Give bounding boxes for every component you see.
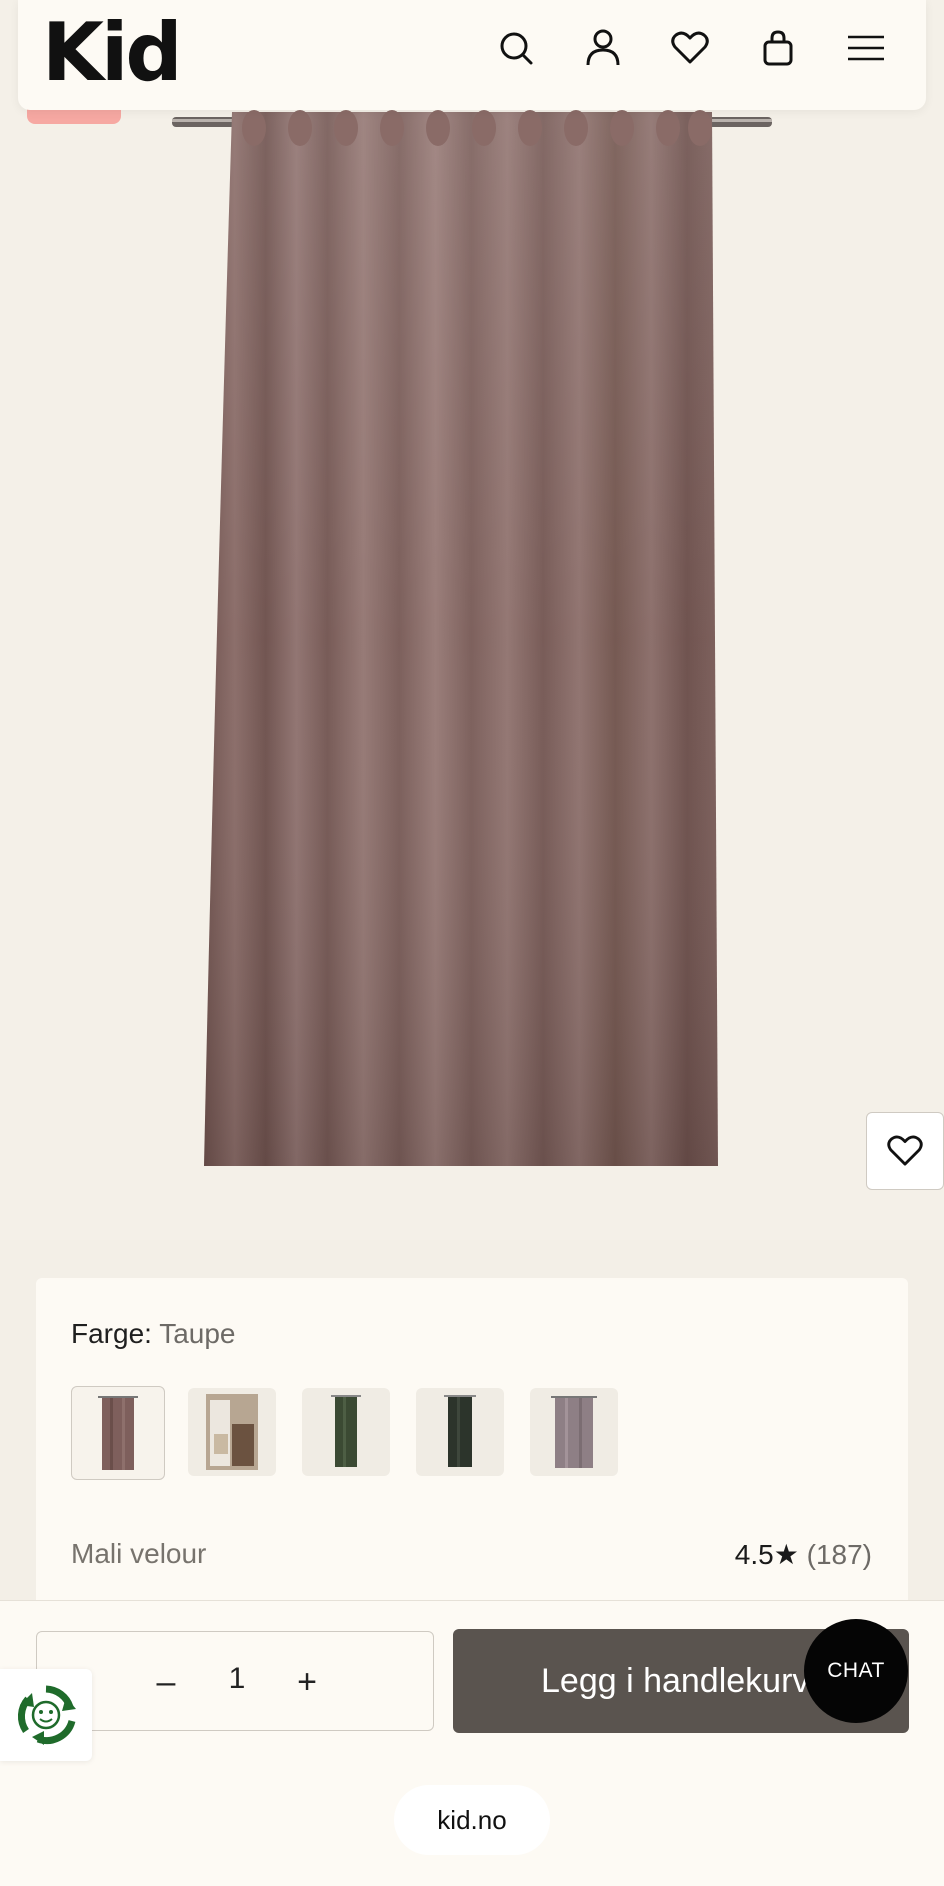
browser-url-pill[interactable]: kid.no bbox=[394, 1785, 550, 1855]
product-image[interactable] bbox=[0, 0, 944, 1240]
wishlist-icon[interactable] bbox=[668, 26, 712, 70]
curtain-image bbox=[172, 110, 772, 1166]
menu-icon[interactable] bbox=[844, 26, 888, 70]
quantity-value: 1 bbox=[228, 1662, 246, 1695]
quantity-stepper: – 1 + bbox=[36, 1631, 434, 1731]
curtain-thumbnail bbox=[98, 1396, 138, 1470]
product-rating[interactable]: 4.5★ (187) bbox=[735, 1538, 872, 1571]
kid-logo[interactable]: Kid bbox=[42, 6, 183, 99]
star-icon: ★ bbox=[773, 1539, 799, 1570]
recycle-icon bbox=[17, 1685, 76, 1745]
heart-icon bbox=[887, 1135, 923, 1166]
add-to-wishlist-button[interactable] bbox=[866, 1112, 944, 1190]
increase-quantity-button[interactable]: + bbox=[282, 1657, 332, 1707]
color-swatch-taupe[interactable] bbox=[71, 1386, 165, 1480]
color-swatch-green[interactable] bbox=[302, 1388, 390, 1476]
color-selection-label: Farge: Taupe bbox=[71, 1318, 236, 1350]
account-icon[interactable] bbox=[581, 26, 625, 70]
chat-button[interactable]: CHAT bbox=[804, 1619, 908, 1723]
review-count: (187) bbox=[806, 1539, 872, 1570]
product-name: Mali velour bbox=[71, 1538, 207, 1569]
color-value: Taupe bbox=[159, 1318, 236, 1349]
decrease-quantity-button[interactable]: – bbox=[141, 1657, 191, 1707]
curtain-thumbnail bbox=[206, 1394, 258, 1470]
purchase-bar: – 1 + Legg i handlekurv CHAT kid.no bbox=[0, 1600, 944, 1886]
curtain-thumbnail bbox=[444, 1395, 476, 1467]
recycle-badge[interactable] bbox=[0, 1669, 92, 1761]
color-swatch-dark-green[interactable] bbox=[416, 1388, 504, 1476]
color-swatch-lilac[interactable] bbox=[530, 1388, 618, 1476]
color-swatch-beige[interactable] bbox=[188, 1388, 276, 1476]
color-label: Farge: bbox=[71, 1318, 152, 1349]
add-to-cart-label: Legg i handlekurv bbox=[541, 1661, 810, 1700]
curtain-thumbnail bbox=[551, 1396, 597, 1468]
rating-value: 4.5 bbox=[734, 1539, 774, 1570]
site-header: Kid bbox=[18, 0, 926, 110]
curtain-thumbnail bbox=[331, 1395, 361, 1467]
search-icon[interactable] bbox=[494, 26, 538, 70]
cart-icon[interactable] bbox=[756, 26, 800, 70]
product-info-card: Farge: Taupe Mali velour 4.5★ (187) bbox=[36, 1278, 908, 1618]
